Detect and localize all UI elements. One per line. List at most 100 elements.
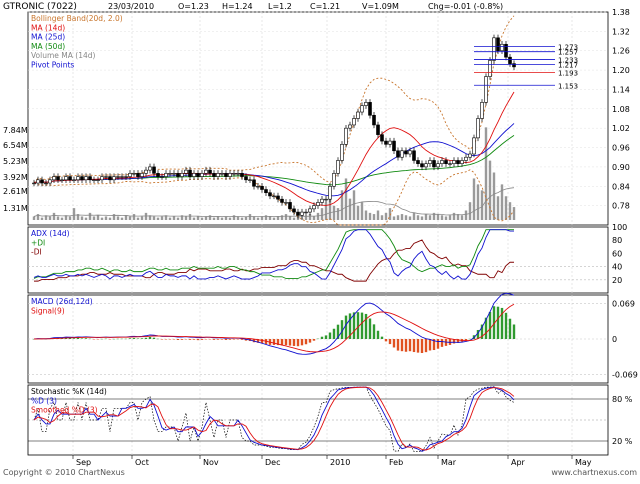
price-y-tick-label: 1.20 (612, 66, 630, 75)
macd-y-tick-label: 0 (612, 335, 617, 344)
candle-body (201, 173, 204, 176)
candle-body (437, 164, 440, 167)
candle-body (341, 144, 344, 160)
candle-body (129, 173, 132, 176)
candle-body (369, 102, 372, 115)
macd-histogram-bar (381, 337, 383, 339)
volume-bar (229, 218, 231, 220)
stochastic-y-tick-label: 80 % (612, 395, 633, 404)
macd-histogram-bar (193, 339, 195, 340)
volume-bar (285, 214, 287, 220)
macd-histogram-bar (197, 339, 199, 340)
legend-entry: Smoothed %D (3) (31, 406, 98, 415)
volume-bar (445, 216, 447, 220)
candle-body (73, 180, 76, 181)
volume-bar (69, 216, 71, 220)
volume-bar (133, 214, 135, 220)
macd-histogram-bar (401, 339, 403, 351)
header-high: H=1.24 (222, 2, 253, 11)
volume-bar (73, 208, 75, 220)
candle-body (89, 177, 92, 180)
macd-histogram-bar (345, 316, 347, 339)
volume-bar (225, 216, 227, 220)
volume-bar (429, 215, 431, 220)
candle-body (385, 141, 388, 144)
candle-body (197, 173, 200, 176)
volume-bar (185, 216, 187, 220)
candle-body (433, 160, 436, 166)
volume-bar (177, 218, 179, 220)
macd-histogram-bar (289, 339, 291, 346)
macd-histogram-bar (149, 337, 151, 339)
volume-bar (337, 208, 339, 220)
volume-bar (209, 215, 211, 220)
candle-body (285, 202, 288, 203)
volume-bar (493, 173, 495, 221)
price-y-tick-label: 1.02 (612, 124, 630, 133)
stock-chart: 1.2731.2571.2331.2171.1931.153 SepOctNov… (0, 0, 640, 480)
candle-body (181, 173, 184, 176)
candle-body (429, 160, 432, 163)
volume-bar (401, 214, 403, 220)
candle-body (405, 151, 408, 154)
candle-body (137, 173, 140, 176)
macd-histogram-bar (513, 324, 515, 339)
price-y-tick-label: 1.32 (612, 27, 630, 36)
candle-body (245, 177, 248, 180)
macd-histogram-bar (441, 339, 443, 347)
adx-panel-frame (28, 227, 608, 293)
volume-bar (461, 215, 463, 220)
macd-histogram-bar (333, 329, 335, 339)
candle-body (37, 180, 40, 183)
volume-bar (201, 218, 203, 220)
macd-histogram-bar (397, 339, 399, 351)
volume-bar (237, 216, 239, 220)
candle-body (461, 160, 464, 163)
stochastic-d-line (34, 387, 514, 451)
candle-body (209, 170, 212, 173)
candle-body (293, 209, 296, 212)
volume-bar (413, 213, 415, 220)
volume-bar (189, 214, 191, 220)
candle-body (81, 177, 84, 180)
candle-body (353, 119, 356, 125)
macd-histogram-bar (385, 339, 387, 341)
macd-histogram-bar (497, 307, 499, 339)
macd-histogram-bar (301, 339, 303, 345)
candle-body (109, 177, 112, 180)
candle-body (93, 180, 96, 181)
price-y-tick-label: 1.08 (612, 105, 630, 114)
candle-body (333, 173, 336, 186)
macd-histogram-bar (421, 339, 423, 353)
legend-entry: Signal(9) (31, 306, 65, 315)
candle-body (257, 186, 260, 187)
axis-labels: SepOctNovDec2010FebMarAprMay0.780.840.90… (3, 8, 638, 467)
x-tick-label: Mar (441, 458, 457, 467)
candle-body (301, 212, 304, 215)
macd-histogram-bar (509, 319, 511, 339)
macd-histogram-bar (369, 318, 371, 339)
volume-bar (293, 218, 295, 220)
macd-histogram-bar (229, 339, 231, 340)
x-tick-label: 2010 (330, 458, 350, 467)
candle-body (97, 180, 100, 181)
candle-body (501, 44, 504, 50)
candle-body (149, 167, 152, 170)
candle-body (457, 160, 460, 163)
candle-body (509, 57, 512, 63)
volume-bar (153, 216, 155, 220)
candle-body (289, 202, 292, 208)
macd-histogram-bar (505, 313, 507, 339)
candle-body (185, 170, 188, 173)
candle-body (241, 173, 244, 176)
macd-histogram-bar (309, 339, 311, 343)
candle-body (133, 173, 136, 174)
candle-body (265, 190, 268, 193)
candle-body (169, 173, 172, 174)
volume-bar (53, 213, 55, 220)
macd-histogram-bar (353, 312, 355, 339)
x-tick-label: Dec (265, 458, 280, 467)
legend-entry: MA (25d) (31, 33, 65, 42)
legend-entry: MA (14d) (31, 23, 65, 32)
volume-bar (113, 214, 115, 220)
